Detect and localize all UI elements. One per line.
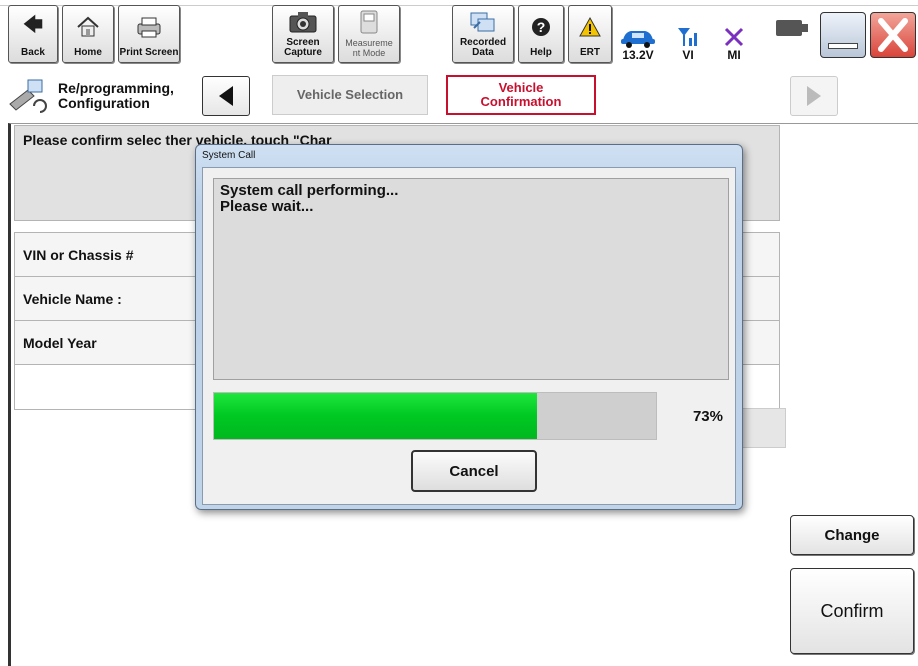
- triangle-left-icon: [219, 86, 233, 106]
- change-button[interactable]: Change: [790, 515, 914, 555]
- screen-capture-button[interactable]: Screen Capture: [272, 5, 334, 63]
- meter-icon: [360, 10, 378, 34]
- mi-status: MI: [714, 6, 754, 62]
- ert-button[interactable]: ERT: [568, 5, 612, 63]
- dialog-body: System call performing... Please wait...…: [202, 167, 736, 505]
- signal-icon: [678, 28, 697, 46]
- back-button[interactable]: 🡄 Back: [8, 5, 58, 63]
- disconnected-x-icon: [724, 27, 744, 47]
- back-arrow-icon: 🡄: [22, 14, 44, 36]
- message-line-1: System call performing...: [220, 182, 399, 199]
- car-icon: [621, 31, 655, 48]
- previous-button[interactable]: [202, 76, 250, 116]
- recorded-data-button[interactable]: Recorded Data: [452, 5, 514, 63]
- svg-text:?: ?: [537, 19, 546, 35]
- camera-icon: [289, 12, 317, 33]
- battery-voltage-status: 13.2V: [614, 6, 662, 62]
- print-screen-button[interactable]: Print Screen: [118, 5, 180, 63]
- vi-status: VI: [668, 6, 708, 62]
- home-button[interactable]: Home: [62, 5, 114, 63]
- dialog-title: System Call: [202, 150, 256, 161]
- close-icon: [878, 18, 908, 52]
- printer-icon: [137, 17, 161, 38]
- measurement-mode-button[interactable]: Measureme nt Mode: [338, 5, 400, 63]
- minimize-button[interactable]: [820, 12, 866, 58]
- close-button[interactable]: [870, 12, 916, 58]
- progress-percent: 73%: [692, 408, 723, 425]
- card-slot-icon: [776, 20, 802, 36]
- next-button[interactable]: [790, 76, 838, 116]
- help-icon: ?: [532, 18, 550, 36]
- dialog-message: System call performing... Please wait...: [213, 178, 729, 380]
- reprogramming-crumb[interactable]: Re/programming, Configuration: [6, 74, 196, 118]
- progress-bar: [213, 392, 657, 440]
- message-line-2: Please wait...: [220, 198, 314, 215]
- system-call-dialog: System Call System call performing... Pl…: [195, 144, 743, 510]
- crumb-vehicle-selection[interactable]: Vehicle Selection: [272, 75, 428, 115]
- confirm-button[interactable]: Confirm: [790, 568, 914, 654]
- table-scroll-button[interactable]: [740, 408, 786, 448]
- card-slot-tab-icon: [802, 24, 808, 32]
- breadcrumb: Re/programming, Configuration Vehicle Se…: [0, 70, 918, 122]
- triangle-right-icon: [807, 86, 821, 106]
- warning-icon: [579, 16, 601, 37]
- reprogramming-label: Re/programming, Configuration: [58, 80, 174, 111]
- crumb-vehicle-confirmation[interactable]: Vehicle Confirmation: [446, 75, 596, 115]
- recorded-data-icon: [470, 12, 495, 32]
- reprogramming-icon: [9, 79, 47, 113]
- toolbar: 🡄 Back Home Print Screen Screen Capture …: [0, 0, 918, 70]
- help-button[interactable]: ? Help: [518, 5, 564, 63]
- minimize-icon: [828, 43, 858, 49]
- cancel-button[interactable]: Cancel: [411, 450, 537, 492]
- home-icon: [77, 16, 99, 37]
- progress-fill: [214, 393, 537, 439]
